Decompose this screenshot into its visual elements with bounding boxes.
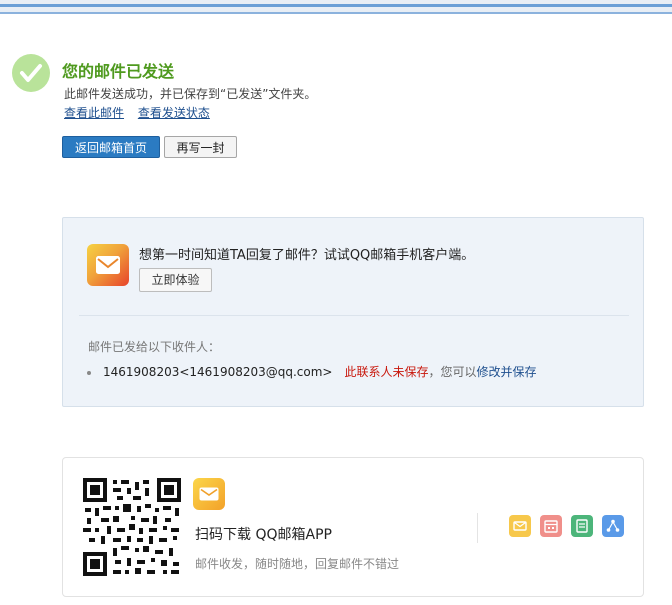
card-separator	[477, 513, 478, 543]
recipient-address: 1461908203<1461908203@qq.com>	[103, 365, 333, 379]
back-to-inbox-button[interactable]: 返回邮箱首页	[62, 136, 160, 158]
page-title: 您的邮件已发送	[62, 62, 175, 81]
sent-to-label: 邮件已发给以下收件人：	[88, 340, 221, 354]
result-links: 查看此邮件 查看发送状态	[64, 104, 220, 121]
success-check-icon	[12, 54, 50, 92]
calendar-icon	[540, 515, 562, 537]
note-icon	[571, 515, 593, 537]
try-now-button[interactable]: 立即体验	[139, 268, 212, 292]
success-message: 此邮件发送成功，并已保存到“已发送”文件夹。	[64, 87, 317, 101]
app-tagline: 邮件收发，随时随地，回复邮件不错过	[195, 557, 400, 571]
share-icon	[602, 515, 624, 537]
save-hint: ，您可以	[428, 365, 477, 379]
write-again-button[interactable]: 再写一封	[164, 136, 237, 158]
promo-text: 想第一时间知道TA回复了邮件？试试QQ邮箱手机客户端。	[139, 248, 475, 263]
app-download-card: 扫码下载 QQ邮箱APP 邮件收发，随时随地，回复邮件不错过	[62, 457, 644, 597]
qq-mail-logo-icon	[193, 478, 225, 510]
top-bar-line	[0, 4, 672, 7]
mail-icon	[509, 515, 531, 537]
qq-mail-app-icon	[87, 244, 129, 286]
promo-panel: 想第一时间知道TA回复了邮件？试试QQ邮箱手机客户端。 立即体验 邮件已发给以下…	[62, 217, 644, 407]
unsaved-contact-warning: 此联系人未保存	[344, 365, 429, 379]
edit-and-save-link[interactable]: 修改并保存	[477, 365, 537, 379]
bullet-icon	[87, 370, 91, 375]
view-status-link[interactable]: 查看发送状态	[138, 106, 210, 120]
view-mail-link[interactable]: 查看此邮件	[64, 106, 124, 120]
panel-divider	[79, 315, 629, 316]
top-bar	[0, 0, 672, 14]
download-app-text: 扫码下载 QQ邮箱APP	[195, 527, 332, 543]
recipient-item: 1461908203<1461908203@qq.com> 此联系人未保存，您可以…	[87, 363, 537, 380]
qr-code-icon	[83, 478, 181, 576]
